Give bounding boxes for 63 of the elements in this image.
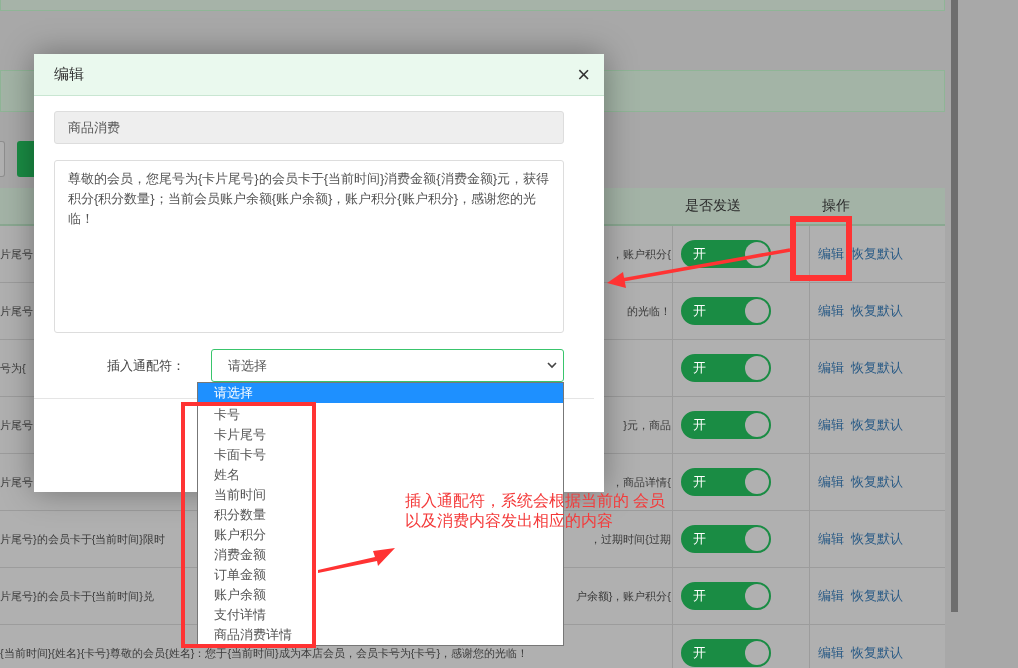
- dropdown-option[interactable]: 商品消费详情: [198, 625, 296, 645]
- edit-link[interactable]: 编辑: [818, 587, 844, 605]
- table-cell-text: ，账户积分{: [612, 246, 672, 262]
- column-header: 是否发送: [684, 197, 741, 215]
- table-cell-text: ，商品详情{: [612, 474, 672, 490]
- restore-default-link[interactable]: 恢复默认: [851, 473, 903, 491]
- chevron-down-icon: [547, 362, 557, 369]
- dropdown-option[interactable]: 账户余额: [198, 585, 270, 605]
- table-cell-text: ，过期时间{过期: [590, 531, 672, 547]
- toggle-switch[interactable]: 开: [681, 468, 771, 496]
- table-cell-text: 片尾号: [0, 303, 33, 319]
- highlight-frame: [790, 216, 852, 281]
- restore-default-link[interactable]: 恢复默认: [851, 530, 903, 548]
- restore-default-link[interactable]: 恢复默认: [851, 359, 903, 377]
- table-cell-text: 片尾号}的会员卡于{当前时间}限时: [0, 531, 166, 547]
- table-cell-text: 片尾号: [0, 246, 33, 262]
- dropdown-option[interactable]: 卡号: [198, 405, 244, 425]
- restore-default-link[interactable]: 恢复默认: [851, 644, 903, 662]
- add-button[interactable]: [17, 141, 34, 177]
- dropdown-option[interactable]: 消费金额: [198, 545, 270, 565]
- table-cell-text: 片尾号: [0, 474, 33, 490]
- edit-link[interactable]: 编辑: [818, 473, 844, 491]
- column-header: 操作: [821, 197, 850, 215]
- edit-link[interactable]: 编辑: [818, 416, 844, 434]
- table-cell-text: 片尾号}的会员卡于{当前时间}兑: [0, 588, 155, 604]
- dropdown-option[interactable]: 积分数量: [198, 505, 270, 525]
- toggle-switch[interactable]: 开: [681, 354, 771, 382]
- dropdown-option[interactable]: 卡片尾号: [198, 425, 270, 445]
- dropdown-option[interactable]: 账户积分: [198, 525, 270, 545]
- toggle-switch[interactable]: 开: [681, 582, 771, 610]
- table-cell-text: 户余额}，账户积分{: [575, 588, 672, 604]
- table-cell-text: 片尾号: [0, 417, 33, 433]
- field-label: 插入通配符：: [106, 356, 187, 375]
- dropdown-option[interactable]: 当前时间: [198, 485, 270, 505]
- edit-link[interactable]: 编辑: [818, 302, 844, 320]
- scrollbar[interactable]: [951, 0, 958, 612]
- close-button[interactable]: ×: [577, 63, 590, 86]
- edit-link[interactable]: 编辑: [818, 245, 844, 263]
- name-field: 商品消费: [54, 111, 564, 144]
- toggle-switch[interactable]: 开: [681, 639, 771, 667]
- table-cell-text: {当前时间}{姓名}{卡号}尊敬的会员{姓名}：您于{当前时间}成为本店会员，会员卡号为{卡号}，感谢您的光临！: [0, 645, 529, 661]
- template-text-area[interactable]: 尊敬的会员，您尾号为{卡片尾号}的会员卡于{当前时间}消费金额{消费金额}元，获得积分{积分数量}；当前会员账户余额{账户余额}，账户积分{账户积分}，感谢您的光临！: [54, 160, 564, 333]
- toggle-switch[interactable]: 开: [681, 411, 771, 439]
- dropdown-option[interactable]: 请选择: [198, 383, 563, 403]
- toggle-switch[interactable]: 开: [681, 297, 771, 325]
- restore-default-link[interactable]: 恢复默认: [851, 416, 903, 434]
- toolbar-button[interactable]: [0, 141, 5, 177]
- dropdown-option[interactable]: 卡面卡号: [198, 445, 270, 465]
- dialog-title: 编辑: [54, 65, 84, 84]
- toggle-switch[interactable]: 开: [681, 525, 771, 553]
- table-cell-text: }元，商品: [623, 417, 672, 433]
- edit-link[interactable]: 编辑: [818, 530, 844, 548]
- dropdown-option[interactable]: 姓名: [198, 465, 244, 485]
- edit-link[interactable]: 编辑: [818, 359, 844, 377]
- restore-default-link[interactable]: 恢复默认: [851, 245, 903, 263]
- dropdown-option[interactable]: 支付详情: [198, 605, 270, 625]
- edit-link[interactable]: 编辑: [818, 644, 844, 662]
- table-cell-text: 号为{: [0, 360, 26, 376]
- restore-default-link[interactable]: 恢复默认: [851, 587, 903, 605]
- dropdown-option[interactable]: 订单金额: [198, 565, 270, 585]
- wildcard-select[interactable]: 请选择: [211, 349, 564, 382]
- table-cell-text: 的光临！: [627, 303, 672, 319]
- restore-default-link[interactable]: 恢复默认: [851, 302, 903, 320]
